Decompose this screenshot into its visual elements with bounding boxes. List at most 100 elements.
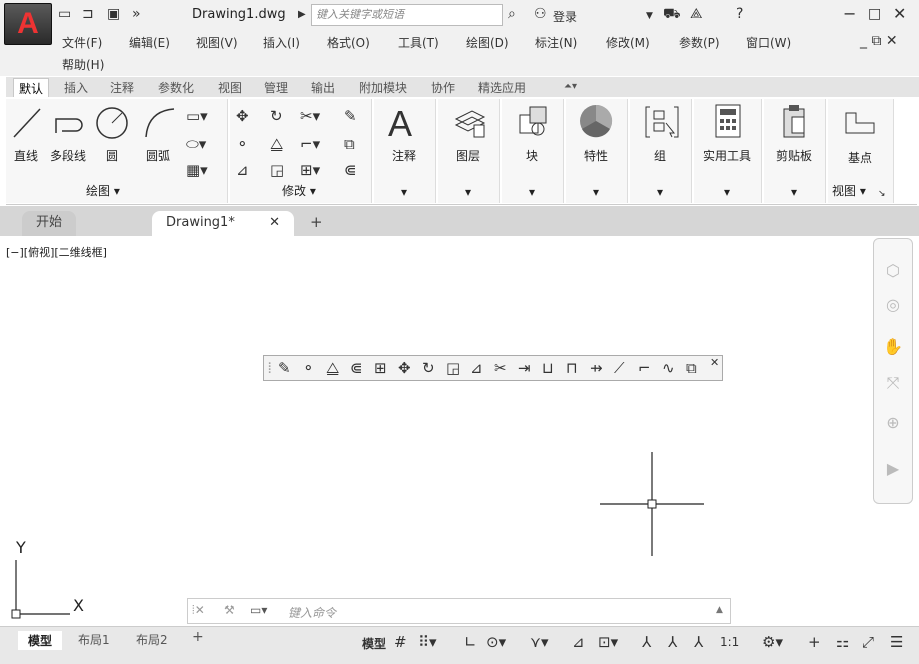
erase-icon[interactable]: ✎	[344, 107, 357, 125]
join-icon[interactable]: ⇸	[590, 359, 603, 377]
tab-insert[interactable]: 插入	[64, 79, 88, 96]
move-icon[interactable]: ✥	[398, 359, 411, 377]
zoom-icon[interactable]: ⤧	[874, 373, 912, 393]
scale-icon[interactable]: ◲	[446, 359, 460, 377]
scale-selector[interactable]: 1:1	[720, 635, 739, 649]
save-icon[interactable]: ▣	[107, 6, 120, 22]
toolbar-grip-icon[interactable]: ⦙	[268, 359, 271, 377]
menu-view[interactable]: 视图(V)	[196, 34, 238, 51]
wrench-icon[interactable]: ⚒	[224, 603, 235, 617]
trim-icon[interactable]: ✂	[494, 359, 507, 377]
tab-view[interactable]: 视图	[218, 79, 242, 96]
close-button[interactable]: ✕	[893, 4, 906, 23]
menu-file[interactable]: 文件(F)	[62, 34, 102, 51]
panel-launcher-icon[interactable]: ↘	[878, 189, 886, 199]
new-icon[interactable]: ▭	[58, 6, 71, 22]
doc-minimize-button[interactable]: _ ⧉ ✕	[860, 33, 898, 49]
block-dropdown-icon[interactable]: ▾	[502, 185, 562, 199]
toolbar-close-icon[interactable]: ✕	[710, 356, 719, 369]
erase-icon[interactable]: ✎	[278, 359, 291, 377]
menu-parametric[interactable]: 参数(P)	[679, 34, 720, 51]
offset-icon[interactable]: ⋐	[344, 161, 357, 179]
ribbon-minimize-icon[interactable]: ⏶▾	[564, 81, 577, 92]
explode-icon[interactable]: ⧉	[686, 359, 697, 377]
break-icon[interactable]: ⊓	[566, 359, 578, 377]
properties-dropdown-icon[interactable]: ▾	[566, 185, 626, 199]
copy-icon[interactable]: ⚬	[236, 135, 249, 153]
cmd-history-icon[interactable]: ▲	[716, 605, 723, 615]
pan-icon[interactable]: ✋	[874, 337, 912, 356]
close-tab-icon[interactable]: ✕	[269, 211, 280, 234]
rectangle-icon[interactable]: ▭▾	[186, 107, 208, 125]
stretch-icon[interactable]: ⊿	[236, 161, 249, 179]
recent-commands-icon[interactable]: ▭▾	[250, 603, 267, 617]
command-input[interactable]: 键入命令	[288, 604, 336, 621]
grid-icon[interactable]: #	[394, 633, 407, 651]
object-snap-icon[interactable]: ⊡▾	[598, 633, 618, 651]
annotation-monitor-icon[interactable]: +	[808, 633, 821, 651]
viewport-controls[interactable]: [−][俯视][二维线框]	[6, 244, 107, 260]
exchange-icon[interactable]: ⟁	[690, 6, 703, 22]
array-icon[interactable]: ⊞▾	[300, 161, 320, 179]
menu-tools[interactable]: 工具(T)	[398, 34, 439, 51]
tab-collaborate[interactable]: 协作	[431, 79, 455, 96]
copy-icon[interactable]: ⚬	[302, 359, 315, 377]
circle-icon[interactable]	[94, 105, 130, 141]
workspace-gear-icon[interactable]: ⚙▾	[762, 633, 783, 651]
mirror-icon[interactable]: ⧋	[270, 135, 283, 153]
group-dropdown-icon[interactable]: ▾	[630, 185, 690, 199]
add-layout-button[interactable]: +	[192, 629, 204, 645]
tab-featured-apps[interactable]: 精选应用	[478, 79, 526, 96]
blend-curves-icon[interactable]: ∿	[662, 359, 675, 377]
isodraft-icon[interactable]: ⋎▾	[530, 633, 549, 651]
menu-help[interactable]: 帮助(H)	[62, 56, 104, 73]
view-panel-title[interactable]: 视图 ▾	[832, 182, 866, 199]
extend-icon[interactable]: ⇥	[518, 359, 531, 377]
dropdown-icon[interactable]: ▼	[646, 11, 653, 21]
annotation-panel[interactable]: A 注释 ▾	[374, 99, 436, 203]
array-icon[interactable]: ⊞	[374, 359, 387, 377]
menu-window[interactable]: 窗口(W)	[746, 34, 791, 51]
tab-annotate[interactable]: 注释	[110, 79, 134, 96]
login-link[interactable]: 登录	[553, 8, 577, 25]
layers-dropdown-icon[interactable]: ▾	[438, 185, 498, 199]
steering-wheel-icon[interactable]: ◎	[874, 295, 912, 314]
hatch-icon[interactable]: ▦▾	[186, 161, 208, 179]
draw-panel-title[interactable]: 绘图 ▾	[86, 182, 120, 199]
menu-draw[interactable]: 绘图(D)	[466, 34, 509, 51]
binoculars-icon[interactable]: ⌕	[508, 6, 516, 22]
menu-edit[interactable]: 编辑(E)	[129, 34, 170, 51]
offset-icon[interactable]: ⋐	[350, 359, 363, 377]
group-panel[interactable]: 组 ▾	[630, 99, 692, 203]
fillet-icon[interactable]: ⌐▾	[300, 135, 320, 153]
rotate-icon[interactable]: ↻	[270, 107, 283, 125]
block-panel[interactable]: 块 ▾	[502, 99, 564, 203]
arc-icon[interactable]	[142, 105, 178, 141]
tab-drawing1[interactable]: Drawing1* ✕	[152, 211, 294, 236]
drawing-canvas[interactable]: [−][俯视][二维线框] ⬡ ◎ ✋ ⤧ ⊕ ▶ ⦙ ✎ ⚬ ⧋ ⋐ ⊞ ✥ …	[0, 236, 919, 626]
scale-icon[interactable]: ◲	[270, 161, 284, 179]
chamfer-icon[interactable]: ⟋	[614, 359, 625, 377]
auto-scale-icon[interactable]: ⅄	[668, 633, 677, 651]
tab-manage[interactable]: 管理	[264, 79, 288, 96]
annotation-visibility-icon[interactable]: ⅄	[642, 633, 651, 651]
properties-panel[interactable]: 特性 ▾	[566, 99, 628, 203]
search-arrow-icon[interactable]: ▶	[298, 9, 306, 20]
mirror-icon[interactable]: ⧋	[326, 359, 339, 377]
cart-icon[interactable]: ⛟	[663, 6, 681, 24]
object-snap-tracking-icon[interactable]: ⊿	[572, 633, 585, 651]
layers-panel[interactable]: 图层 ▾	[438, 99, 500, 203]
rotate-icon[interactable]: ↻	[422, 359, 435, 377]
menu-format[interactable]: 格式(O)	[327, 34, 370, 51]
clipboard-panel[interactable]: 剪贴板 ▾	[764, 99, 826, 203]
snap-icon[interactable]: ⠿▾	[418, 633, 437, 651]
annotation-dropdown-icon[interactable]: ▾	[374, 185, 434, 199]
help-icon[interactable]: ?	[736, 6, 743, 22]
model-space-button[interactable]: 模型	[362, 635, 386, 652]
application-menu-button[interactable]: A	[4, 3, 52, 45]
ellipse-icon[interactable]: ⬭▾	[186, 135, 206, 153]
tab-output[interactable]: 输出	[311, 79, 335, 96]
break-at-point-icon[interactable]: ⊔	[542, 359, 554, 377]
tab-model[interactable]: 模型	[18, 631, 63, 650]
view-panel[interactable]: 基点 视图 ▾ ↘	[828, 99, 894, 203]
